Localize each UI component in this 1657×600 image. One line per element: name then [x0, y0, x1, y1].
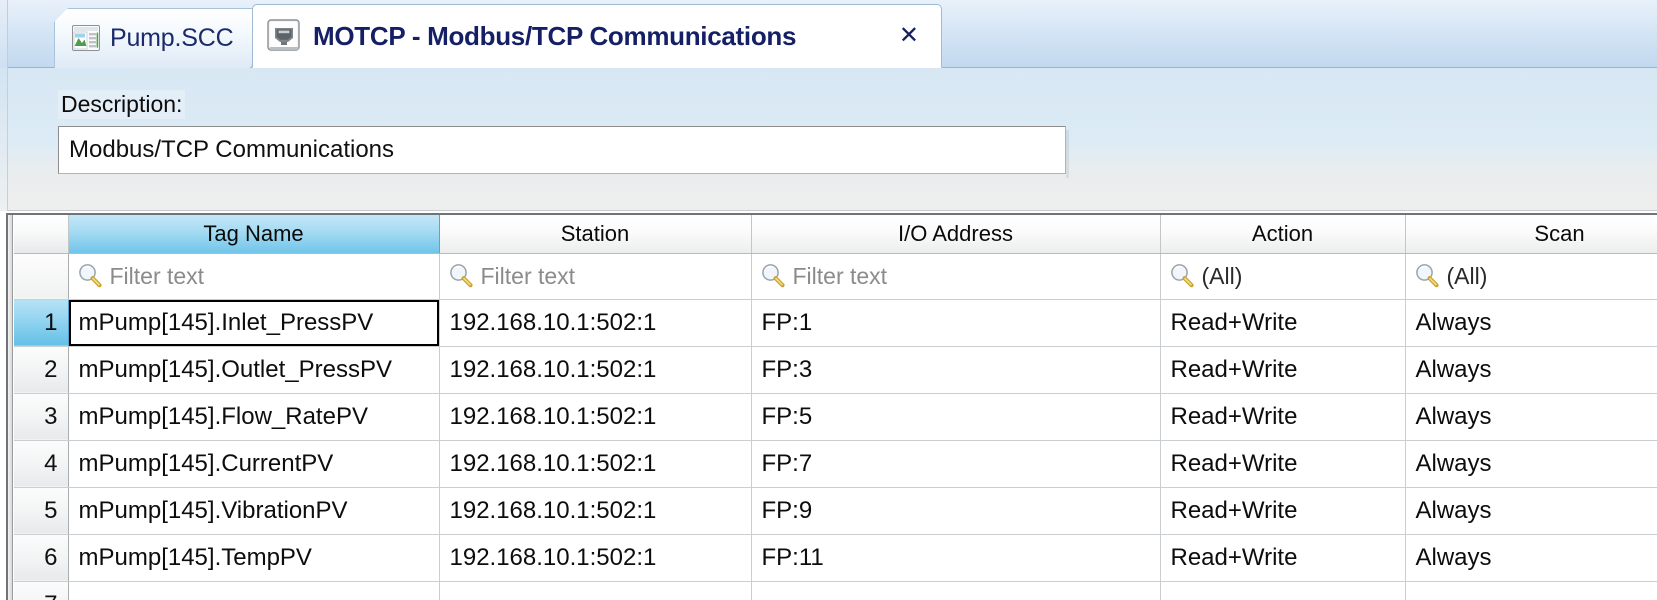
- row-number[interactable]: 1: [14, 299, 69, 347]
- cell-station[interactable]: [439, 581, 752, 600]
- cell-action[interactable]: Read+Write: [1160, 440, 1406, 488]
- row-number[interactable]: 5: [14, 487, 69, 535]
- filter-cell-scan[interactable]: (All): [1405, 253, 1657, 300]
- cell-action[interactable]: Read+Write: [1160, 487, 1406, 535]
- cell-action[interactable]: Read+Write: [1160, 393, 1406, 441]
- cell-scan[interactable]: Always: [1405, 346, 1657, 394]
- column-header-action[interactable]: Action: [1160, 215, 1406, 254]
- description-panel: Description:: [0, 68, 1657, 211]
- tab-motcp-label: MOTCP - Modbus/TCP Communications: [313, 20, 797, 51]
- row-number[interactable]: 4: [14, 440, 69, 488]
- cell-action[interactable]: Read+Write: [1160, 534, 1406, 582]
- search-icon: [77, 263, 103, 289]
- search-icon: [1414, 263, 1440, 289]
- cell-io[interactable]: FP:5: [751, 393, 1161, 441]
- table-row[interactable]: 5 mPump[145].VibrationPV 192.168.10.1:50…: [14, 487, 1657, 535]
- cell-scan[interactable]: Always: [1405, 440, 1657, 488]
- column-header-tag[interactable]: Tag Name: [67, 215, 440, 254]
- grid-corner-header[interactable]: [14, 215, 69, 254]
- table-row[interactable]: 7: [14, 581, 1657, 600]
- cell-io[interactable]: FP:3: [751, 346, 1161, 394]
- network-device-icon: [267, 19, 301, 53]
- filter-cell-action[interactable]: (All): [1160, 253, 1406, 300]
- grid-header: Tag Name Station I/O Address Action Scan: [14, 215, 1657, 254]
- filter-placeholder-io: Filter text: [792, 262, 888, 289]
- filter-cell-tag[interactable]: Filter text: [68, 253, 440, 300]
- table-row[interactable]: 4 mPump[145].CurrentPV 192.168.10.1:502:…: [14, 440, 1657, 488]
- row-number[interactable]: 3: [14, 393, 69, 441]
- cell-io[interactable]: FP:1: [751, 299, 1161, 347]
- cell-tag[interactable]: mPump[145].Outlet_PressPV: [68, 346, 440, 394]
- description-label: Description:: [58, 90, 186, 119]
- description-panel-left-edge: [0, 68, 8, 211]
- cell-tag[interactable]: [68, 581, 440, 600]
- cell-station[interactable]: 192.168.10.1:502:1: [439, 346, 752, 394]
- table-row[interactable]: 1 mPump[145].Inlet_PressPV 192.168.10.1:…: [14, 299, 1657, 347]
- cell-action[interactable]: [1160, 581, 1406, 600]
- cell-station[interactable]: 192.168.10.1:502:1: [439, 393, 752, 441]
- tab-motcp[interactable]: MOTCP - Modbus/TCP Communications ✕: [252, 4, 942, 68]
- cell-tag[interactable]: mPump[145].Inlet_PressPV: [68, 299, 440, 347]
- table-row[interactable]: 3 mPump[145].Flow_RatePV 192.168.10.1:50…: [14, 393, 1657, 441]
- cell-station[interactable]: 192.168.10.1:502:1: [439, 299, 752, 347]
- tab-pump-scc-label: Pump.SCC: [110, 23, 234, 52]
- application-window: Pump.SCC MOTCP - Modbus/TCP Communicatio…: [0, 0, 1657, 600]
- filter-placeholder-tag: Filter text: [109, 262, 205, 289]
- search-icon: [1169, 263, 1195, 289]
- tag-grid-container: Tag Name Station I/O Address Action Scan: [6, 213, 1657, 600]
- cell-scan[interactable]: Always: [1405, 487, 1657, 535]
- cell-action[interactable]: Read+Write: [1160, 299, 1406, 347]
- row-number[interactable]: 2: [14, 346, 69, 394]
- filter-value-action: (All): [1201, 262, 1243, 289]
- row-number[interactable]: 7: [14, 581, 69, 600]
- cell-station[interactable]: 192.168.10.1:502:1: [439, 440, 752, 488]
- cell-io[interactable]: FP:11: [751, 534, 1161, 582]
- tag-grid: Tag Name Station I/O Address Action Scan: [14, 215, 1657, 600]
- screen-document-icon: [72, 25, 100, 51]
- cell-scan[interactable]: Always: [1405, 393, 1657, 441]
- search-icon: [760, 263, 786, 289]
- column-header-station[interactable]: Station: [439, 215, 752, 254]
- cell-tag[interactable]: mPump[145].VibrationPV: [68, 487, 440, 535]
- tab-strip-left-edge: [0, 0, 8, 68]
- filter-row-header: [14, 253, 69, 300]
- filter-placeholder-station: Filter text: [480, 262, 576, 289]
- cell-tag[interactable]: mPump[145].TempPV: [68, 534, 440, 582]
- cell-action[interactable]: Read+Write: [1160, 346, 1406, 394]
- cell-scan[interactable]: [1405, 581, 1657, 600]
- table-row[interactable]: 2 mPump[145].Outlet_PressPV 192.168.10.1…: [14, 346, 1657, 394]
- tab-strip: Pump.SCC MOTCP - Modbus/TCP Communicatio…: [0, 0, 1657, 68]
- column-header-io[interactable]: I/O Address: [751, 215, 1161, 254]
- cell-io[interactable]: [751, 581, 1161, 600]
- cell-tag[interactable]: mPump[145].CurrentPV: [68, 440, 440, 488]
- tab-pump-scc[interactable]: Pump.SCC: [54, 8, 276, 68]
- grid-filter-row: Filter text Filter text Filter text (All…: [14, 253, 1657, 300]
- cell-io[interactable]: FP:7: [751, 440, 1161, 488]
- search-icon: [448, 263, 474, 289]
- cell-scan[interactable]: Always: [1405, 534, 1657, 582]
- description-input-shadow: [1066, 130, 1069, 178]
- cell-station[interactable]: 192.168.10.1:502:1: [439, 534, 752, 582]
- filter-value-scan: (All): [1446, 262, 1488, 289]
- grid-left-rail: [8, 215, 13, 600]
- filter-cell-io[interactable]: Filter text: [751, 253, 1161, 300]
- cell-scan[interactable]: Always: [1405, 299, 1657, 347]
- filter-cell-station[interactable]: Filter text: [439, 253, 752, 300]
- grid-header-row: Tag Name Station I/O Address Action Scan: [14, 215, 1657, 254]
- cell-station[interactable]: 192.168.10.1:502:1: [439, 487, 752, 535]
- table-row[interactable]: 6 mPump[145].TempPV 192.168.10.1:502:1 F…: [14, 534, 1657, 582]
- cell-io[interactable]: FP:9: [751, 487, 1161, 535]
- cell-tag[interactable]: mPump[145].Flow_RatePV: [68, 393, 440, 441]
- row-number[interactable]: 6: [14, 534, 69, 582]
- description-input[interactable]: [58, 126, 1066, 174]
- close-icon[interactable]: ✕: [899, 24, 919, 48]
- column-header-scan[interactable]: Scan: [1405, 215, 1657, 254]
